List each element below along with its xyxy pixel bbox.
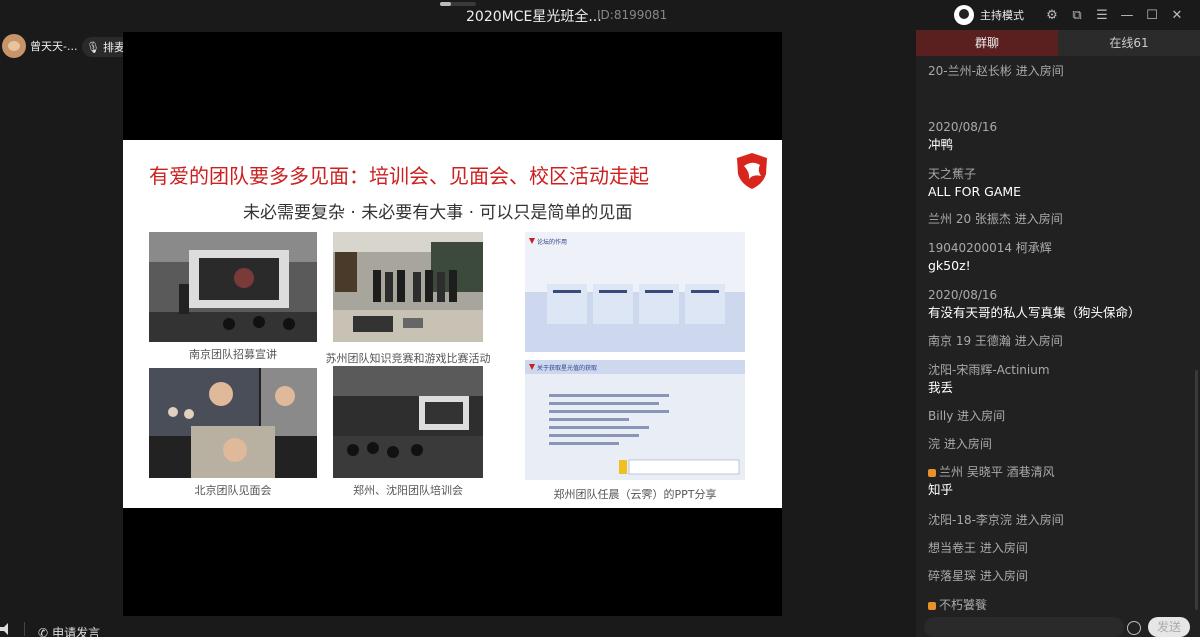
host-avatar[interactable] <box>954 5 974 25</box>
chat-message: 2020/08/16 冲鸭 <box>928 120 1188 152</box>
ppt-stars-slide: 关于获取星光值的获取 <box>525 360 745 480</box>
chat-system-notice: 想当卷王 进入房间 <box>928 541 1188 555</box>
user-name: 曾天天-... <box>30 40 78 53</box>
msi-dragon-logo <box>737 153 767 189</box>
chat-message: 天之蕉子 ALL FOR GAME <box>928 167 1188 199</box>
chat-notice-text: 沈阳-18-李京浣 进入房间 <box>928 513 1064 527</box>
apply-to-speak-label: 申请发言 <box>52 626 101 637</box>
chat-message: 2020/08/16 有没有天哥的私人写真集（狗头保命） <box>928 288 1188 320</box>
phone-icon: ✆ <box>38 625 49 637</box>
chat-text: ALL FOR GAME <box>928 184 1022 199</box>
popout-icon[interactable]: ⧉ <box>1066 8 1088 23</box>
video-stage: 有爱的团队要多多见面：培训会、见面会、校区活动走起 未必需要复杂 · 未必要有大… <box>123 32 782 616</box>
photo-beijing <box>149 368 317 478</box>
maximize-icon[interactable]: ☐ <box>1141 8 1163 23</box>
photo-suzhou <box>333 232 483 342</box>
shared-slide: 有爱的团队要多多见面：培训会、见面会、校区活动走起 未必需要复杂 · 未必要有大… <box>123 140 782 508</box>
chat-system-notice: 南京 19 王德瀚 进入房间 <box>928 334 1188 348</box>
chat-input-bar: 发送 <box>916 615 1200 637</box>
caption-beijing: 北京团队见面会 <box>194 484 272 497</box>
slide-title: 有爱的团队要多多见面：培训会、见面会、校区活动走起 <box>149 164 649 188</box>
send-button[interactable]: 发送 <box>1148 617 1190 637</box>
tab-online[interactable]: 在线61 <box>1058 30 1200 56</box>
chat-notice-text: 碎落星琛 进入房间 <box>928 569 1028 583</box>
chat-sender: 不朽饕餮 <box>939 598 988 612</box>
chat-sender: 2020/08/16 <box>928 120 998 134</box>
chat-message: 沈阳-宋雨辉-Actinium 我丢 <box>928 363 1188 395</box>
chat-panel: 群聊 在线61 20-兰州-赵长彬 进入房间 2020/08/16 冲鸭天之蕉子 AL… <box>916 30 1200 637</box>
window-title: 2020MCE星光班全... <box>466 9 602 25</box>
chat-notice-text: 20-兰州-赵长彬 进入房间 <box>928 64 1064 78</box>
chat-system-notice: 20-兰州-赵长彬 进入房间 <box>928 64 1188 78</box>
chat-text: gk50z! <box>928 258 971 273</box>
chat-text: 知乎 <box>928 482 954 497</box>
chat-sender: 兰州 吴晓平 酒巷清风 <box>939 465 1055 479</box>
loading-indicator-fill <box>440 2 451 6</box>
settings-icon[interactable]: ⚙ <box>1041 8 1063 23</box>
emoji-icon[interactable] <box>1127 621 1141 635</box>
speaker-icon[interactable] <box>0 622 14 636</box>
ppt-forum-slide: 论坛的作用 <box>525 232 745 352</box>
caption-suzhou: 苏州团队知识竞赛和游戏比赛活动 <box>325 352 491 365</box>
chat-system-notice: 沈阳-18-李京浣 进入房间 <box>928 513 1188 527</box>
chat-input[interactable] <box>924 617 1124 637</box>
chat-notice-text: 想当卷王 进入房间 <box>928 541 1028 555</box>
photo-zhengzhou <box>333 366 483 478</box>
chat-notice-text: 南京 19 王德瀚 进入房间 <box>928 334 1063 348</box>
caption-nanjing: 南京团队招募宣讲 <box>189 348 277 361</box>
chat-system-notice: 兰州 20 张振杰 进入房间 <box>928 212 1188 226</box>
menu-icon[interactable]: ☰ <box>1091 8 1113 23</box>
crown-icon <box>928 468 936 477</box>
chat-scrollbar[interactable] <box>1195 370 1198 610</box>
bottom-bar: ✆ 申请发言 <box>0 618 916 637</box>
crown-icon <box>928 601 936 610</box>
mic-icon: 🎙 <box>86 40 100 54</box>
tab-group-chat[interactable]: 群聊 <box>916 30 1058 56</box>
chat-sender: 19040200014 柯承辉 <box>928 241 1052 255</box>
chat-text: 冲鸭 <box>928 137 954 152</box>
chat-sender: 沈阳-宋雨辉-Actinium <box>928 363 1050 377</box>
title-bar: 2020MCE星光班全... ID:8199081 主持模式 ⚙ ⧉ ☰ — ☐… <box>0 0 1200 30</box>
user-avatar <box>2 34 26 58</box>
chat-system-notice: Billy 进入房间 <box>928 409 1188 423</box>
photo-nanjing <box>149 232 317 342</box>
room-id: ID:8199081 <box>597 8 668 22</box>
chat-system-notice: 浣 进入房间 <box>928 437 1188 451</box>
ppt-heading-stars: 关于获取星光值的获取 <box>537 365 598 372</box>
chat-notice-text: 兰州 20 张振杰 进入房间 <box>928 212 1063 226</box>
caption-zhengzhou: 郑州、沈阳团队培训会 <box>353 484 463 497</box>
chat-sender: 天之蕉子 <box>928 167 977 181</box>
close-icon[interactable]: ✕ <box>1166 8 1188 23</box>
chat-message: 19040200014 柯承辉 gk50z! <box>928 241 1188 273</box>
mic-queue-label: 排麦 <box>102 41 125 54</box>
minimize-icon[interactable]: — <box>1116 8 1138 23</box>
chat-notice-text: Billy 进入房间 <box>928 409 1006 423</box>
chat-tabs: 群聊 在线61 <box>916 30 1200 56</box>
divider <box>24 622 25 636</box>
chat-text: 我丢 <box>928 380 954 395</box>
slide-subtitle: 未必需要复杂 · 未必要有大事 · 可以只是简单的见面 <box>243 203 633 223</box>
chat-notice-text: 浣 进入房间 <box>928 437 992 451</box>
chat-text: 有没有天哥的私人写真集（狗头保命） <box>928 305 1141 320</box>
chat-system-notice: 碎落星琛 进入房间 <box>928 569 1188 583</box>
ppt-heading-forum: 论坛的作用 <box>537 239 568 246</box>
current-user[interactable]: 曾天天-... <box>0 34 77 58</box>
caption-ppt: 郑州团队任晨（云霁）的PPT分享 <box>553 488 717 501</box>
host-mode-label[interactable]: 主持模式 <box>980 7 1024 23</box>
apply-to-speak-button[interactable]: ✆ 申请发言 <box>38 624 100 637</box>
chat-message: 兰州 吴晓平 酒巷清风知乎 <box>928 465 1188 497</box>
chat-sender: 2020/08/16 <box>928 288 998 302</box>
